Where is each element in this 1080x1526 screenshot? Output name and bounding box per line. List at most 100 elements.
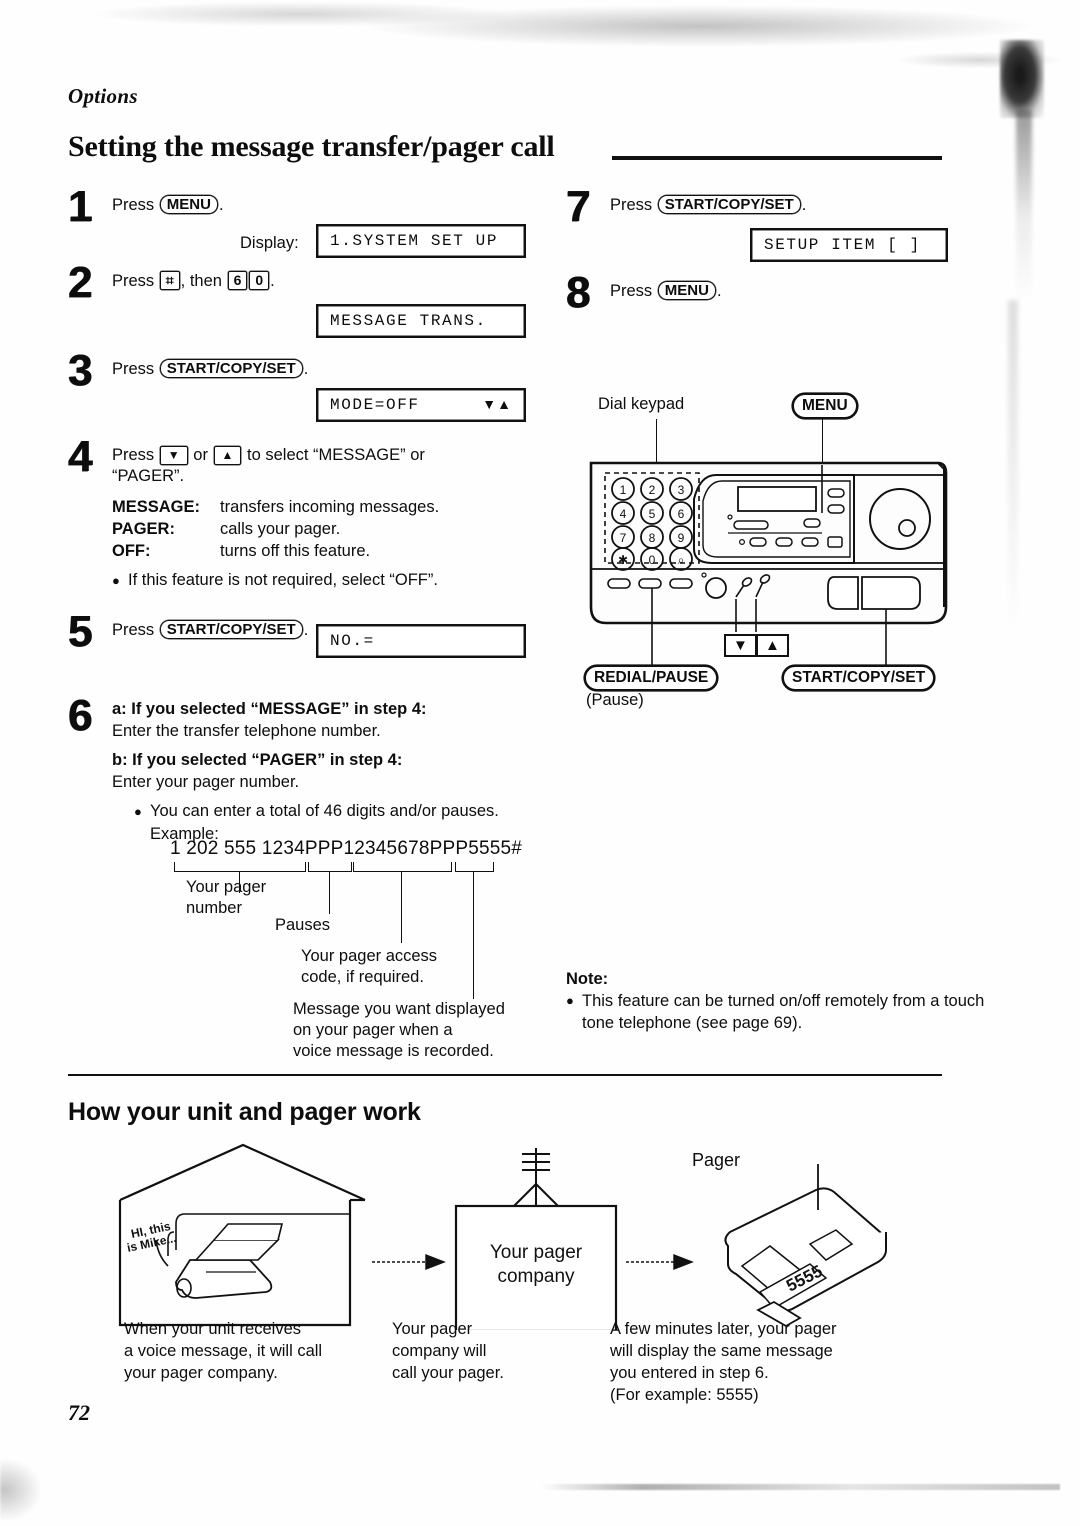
menu-key: MENU: [657, 281, 716, 300]
bullet-dot-icon: ●: [134, 804, 142, 819]
step-number: 3: [68, 346, 92, 395]
step-3-press-label: Press: [112, 360, 155, 378]
svg-text:Your pager: Your pager: [490, 1242, 583, 1263]
up-arrow-key-callout: ▲: [756, 634, 789, 657]
step-6: 6 a: If you selected “MESSAGE” in step 4…: [68, 691, 548, 844]
hash-key: ⌗: [159, 271, 180, 290]
leader-access-code: [401, 871, 402, 943]
example-number: 1 202 555 1234PPP12345678PPP5555#: [170, 838, 523, 859]
svg-text:company: company: [497, 1266, 575, 1287]
definition-desc: calls your pager.: [220, 520, 341, 538]
step-6a-text: Enter the transfer telephone number.: [112, 722, 381, 740]
callout-pager-number: Your pager number: [186, 878, 267, 917]
callout-access-code: Your pager access code, if required.: [301, 947, 438, 986]
step-number: 2: [68, 258, 92, 307]
definition-term: MESSAGE:: [112, 498, 201, 516]
svg-text:⌕: ⌕: [678, 553, 685, 567]
lcd-step-5: NO.=: [316, 624, 526, 658]
section-heading-how-it-works: How your unit and pager work: [68, 1098, 421, 1126]
step-number: 1: [68, 182, 92, 231]
digit-6-key: 6: [227, 271, 248, 290]
step-4-tail: to select “MESSAGE” or: [247, 446, 425, 464]
step-4-or: or: [193, 446, 208, 464]
left-column: 1 Press MENU. Display: 1.SYSTEM SET UP 2…: [68, 182, 548, 844]
step-number: 5: [68, 607, 92, 656]
bullet-dot-icon: ●: [112, 573, 120, 588]
step-8-press-label: Press: [610, 282, 653, 300]
up-arrow-key: ▲: [213, 446, 242, 465]
svg-text:✱: ✱: [618, 553, 628, 567]
pager-label: Pager: [692, 1150, 741, 1170]
callout-message: Message you want displayed on your pager …: [293, 1000, 505, 1060]
pause-sub-label: (Pause): [586, 691, 644, 709]
step-4-bullet-text: If this feature is not required, select …: [128, 571, 438, 589]
bracket-pauses-1: [308, 862, 352, 872]
svg-text:8: 8: [649, 531, 656, 545]
dial-keypad-label: Dial keypad: [598, 395, 685, 413]
step-6-bullet-text: You can enter a total of 46 digits and/o…: [150, 802, 499, 820]
svg-text:3: 3: [678, 483, 685, 497]
definition-desc: turns off this feature.: [220, 542, 371, 560]
section-running-head: Options: [68, 84, 138, 108]
scan-smudge-artifact: [1000, 40, 1044, 118]
definition-term: PAGER:: [112, 520, 175, 538]
step-4-press-label: Press: [112, 446, 155, 464]
step-7-press-label: Press: [610, 196, 653, 214]
lcd-arrow-indicators: ▼▲: [482, 396, 512, 412]
step-3-period: .: [303, 360, 309, 378]
step-5-period: .: [303, 621, 309, 639]
section-divider: [68, 1074, 942, 1077]
step-7-period: .: [801, 196, 807, 214]
definition-term: OFF:: [112, 542, 151, 560]
document-page: Options Setting the message transfer/pag…: [0, 0, 1080, 1526]
svg-text:0: 0: [649, 553, 656, 567]
lcd-step-3-text: MODE=OFF: [330, 396, 420, 414]
step-4-tail2: “PAGER”.: [112, 467, 185, 485]
definition-row: MESSAGE: transfers incoming messages.: [112, 496, 548, 518]
scan-bottom-artifact: [540, 1484, 1060, 1490]
scan-edge-left-artifact: [0, 1460, 40, 1520]
lcd-step-3: MODE=OFF ▼▲: [316, 388, 526, 422]
step-number: 7: [566, 182, 590, 231]
digit-0-key: 0: [249, 271, 270, 290]
step-1-press-label: Press: [112, 196, 155, 214]
note-title: Note:: [566, 970, 609, 988]
lcd-step-2: MESSAGE TRANS.: [316, 304, 526, 338]
svg-text:7: 7: [620, 531, 627, 545]
step-2-comma: , then: [180, 272, 222, 290]
start-copy-set-key: START/COPY/SET: [657, 195, 801, 214]
caption-2: Your pager company will call your pager.: [392, 1320, 504, 1382]
down-arrow-key: ▼: [159, 446, 188, 465]
caption-3: A few minutes later, your pager will disp…: [610, 1320, 837, 1404]
lcd-step-7: SETUP ITEM [ ]: [750, 228, 948, 262]
definition-row: PAGER: calls your pager.: [112, 518, 548, 540]
callout-pauses: Pauses: [275, 916, 331, 934]
start-copy-set-key: START/COPY/SET: [159, 620, 303, 639]
step-8-period: .: [716, 282, 722, 300]
svg-text:9: 9: [678, 531, 685, 545]
definition-row: OFF: turns off this feature.: [112, 540, 548, 562]
down-arrow-key-callout: ▼: [724, 634, 757, 657]
page-number: 72: [68, 1400, 90, 1425]
step-2-period: .: [270, 272, 275, 290]
definition-desc: transfers incoming messages.: [220, 498, 440, 516]
step-number: 6: [68, 691, 92, 740]
lcd-step-1: 1.SYSTEM SET UP: [316, 224, 526, 258]
bullet-dot-icon: ●: [566, 993, 574, 1008]
start-copy-set-key: START/COPY/SET: [159, 359, 303, 378]
scan-smudge-tail-artifact: [1016, 110, 1032, 300]
step-1-period: .: [218, 196, 224, 214]
display-label: Display:: [240, 234, 299, 252]
step-number: 8: [566, 268, 590, 317]
caption-1: When your unit receives a voice message, …: [124, 1320, 323, 1382]
step-6a-title: a: If you selected “MESSAGE” in step 4:: [112, 700, 427, 718]
page-title: Setting the message transfer/pager call: [68, 130, 555, 163]
svg-text:5: 5: [649, 507, 656, 521]
bracket-access-code: [353, 862, 452, 872]
step-6b-title: b: If you selected “PAGER” in step 4:: [112, 751, 403, 769]
svg-text:6: 6: [678, 507, 685, 521]
menu-callout-label: MENU: [792, 393, 858, 419]
bracket-message: [455, 862, 494, 872]
step-6-bullet: ● You can enter a total of 46 digits and…: [134, 801, 548, 823]
svg-text:4: 4: [620, 507, 627, 521]
